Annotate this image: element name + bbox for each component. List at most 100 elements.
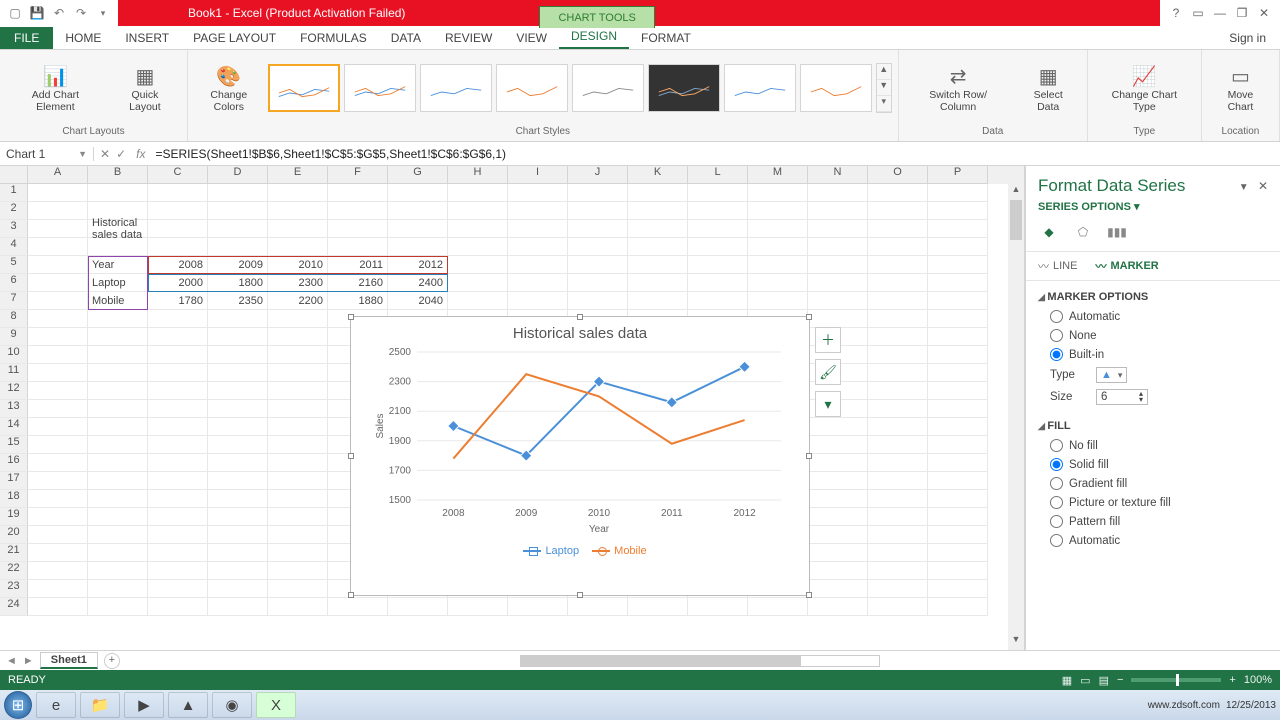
save-icon[interactable]: 💾 <box>28 4 46 22</box>
cell[interactable] <box>208 580 268 598</box>
cell[interactable] <box>928 472 988 490</box>
cell[interactable] <box>268 472 328 490</box>
effects-tab-icon[interactable]: ⬠ <box>1072 221 1094 243</box>
zoom-level[interactable]: 100% <box>1244 674 1272 686</box>
row-header[interactable]: 5 <box>0 256 28 274</box>
cell[interactable] <box>208 310 268 328</box>
cell[interactable] <box>208 526 268 544</box>
chart-filters-button[interactable]: ▾ <box>815 391 841 417</box>
cell[interactable] <box>448 292 508 310</box>
cell[interactable]: 2400 <box>388 274 448 292</box>
col-header[interactable]: D <box>208 166 268 184</box>
chart-style-8[interactable] <box>800 64 872 112</box>
fill-section[interactable]: FILL <box>1038 416 1268 436</box>
cell[interactable] <box>568 256 628 274</box>
cell[interactable] <box>268 202 328 220</box>
col-header[interactable]: M <box>748 166 808 184</box>
sheet-nav-prev[interactable]: ◄ <box>6 655 17 667</box>
cell[interactable] <box>508 220 568 238</box>
cell[interactable] <box>808 256 868 274</box>
cell[interactable] <box>268 400 328 418</box>
cell[interactable] <box>748 220 808 238</box>
cell[interactable] <box>508 256 568 274</box>
pane-menu-icon[interactable]: ▼ <box>1239 182 1249 193</box>
cell[interactable] <box>328 598 388 616</box>
cell[interactable] <box>148 238 208 256</box>
cell[interactable] <box>268 346 328 364</box>
zoom-out-icon[interactable]: − <box>1117 674 1123 686</box>
cell[interactable] <box>208 364 268 382</box>
cell[interactable]: 2000 <box>148 274 208 292</box>
cell[interactable] <box>928 256 988 274</box>
cell[interactable] <box>628 292 688 310</box>
add-sheet-button[interactable]: + <box>104 653 120 669</box>
chart-title[interactable]: Historical sales data <box>351 317 809 346</box>
cell[interactable] <box>28 436 88 454</box>
cell[interactable] <box>868 508 928 526</box>
cell[interactable] <box>148 472 208 490</box>
cell[interactable] <box>868 454 928 472</box>
cell[interactable] <box>448 274 508 292</box>
cell[interactable] <box>628 184 688 202</box>
cell[interactable] <box>88 562 148 580</box>
cell[interactable]: 1800 <box>208 274 268 292</box>
cell[interactable] <box>748 292 808 310</box>
cell[interactable] <box>268 328 328 346</box>
cell[interactable]: Mobile <box>88 292 148 310</box>
cell[interactable] <box>268 238 328 256</box>
chart-styles-button[interactable]: 🖌 <box>815 359 841 385</box>
col-header[interactable]: N <box>808 166 868 184</box>
cell[interactable] <box>748 202 808 220</box>
cell[interactable] <box>268 382 328 400</box>
cell[interactable] <box>268 454 328 472</box>
cell[interactable] <box>148 418 208 436</box>
redo-icon[interactable]: ↷ <box>72 4 90 22</box>
cell[interactable] <box>748 238 808 256</box>
gallery-scroll[interactable]: ▲▼▾ <box>876 63 892 113</box>
cell[interactable] <box>208 400 268 418</box>
row-header[interactable]: 2 <box>0 202 28 220</box>
cell[interactable] <box>928 310 988 328</box>
cell[interactable] <box>88 490 148 508</box>
cell[interactable] <box>328 238 388 256</box>
move-chart-button[interactable]: ▭Move Chart <box>1208 60 1273 115</box>
maximize-icon[interactable]: ❐ <box>1232 6 1252 20</box>
cell[interactable] <box>448 256 508 274</box>
cell[interactable] <box>208 328 268 346</box>
cell[interactable] <box>808 562 868 580</box>
col-header[interactable]: G <box>388 166 448 184</box>
marker-options-section[interactable]: MARKER OPTIONS <box>1038 287 1268 307</box>
cell[interactable] <box>928 400 988 418</box>
cell[interactable] <box>88 598 148 616</box>
minimize-icon[interactable]: — <box>1210 6 1230 20</box>
cell[interactable] <box>508 274 568 292</box>
cell[interactable] <box>868 418 928 436</box>
cell[interactable] <box>28 256 88 274</box>
series-options-dropdown[interactable]: SERIES OPTIONS ▾ <box>1026 200 1280 219</box>
cell[interactable] <box>388 238 448 256</box>
cell[interactable] <box>88 346 148 364</box>
cell[interactable] <box>688 598 748 616</box>
cell[interactable] <box>688 256 748 274</box>
enter-formula-icon[interactable]: ✓ <box>116 147 126 161</box>
cell[interactable] <box>748 256 808 274</box>
cell[interactable] <box>508 238 568 256</box>
cell[interactable] <box>148 598 208 616</box>
taskbar-excel[interactable]: X <box>256 692 296 718</box>
cell[interactable] <box>148 184 208 202</box>
tab-design[interactable]: DESIGN <box>559 25 629 49</box>
chart-style-3[interactable] <box>420 64 492 112</box>
quick-layout-button[interactable]: ▦ Quick Layout <box>109 60 181 115</box>
tab-view[interactable]: VIEW <box>504 27 559 49</box>
cell[interactable] <box>208 472 268 490</box>
row-header[interactable]: 8 <box>0 310 28 328</box>
row-header[interactable]: 15 <box>0 436 28 454</box>
cell[interactable] <box>868 490 928 508</box>
cell[interactable] <box>928 454 988 472</box>
embedded-chart[interactable]: Historical sales data 150017001900210023… <box>350 316 810 596</box>
horizontal-scrollbar[interactable] <box>126 655 1274 667</box>
marker-builtin-radio[interactable] <box>1050 348 1063 361</box>
cell[interactable] <box>568 292 628 310</box>
ribbon-display-icon[interactable]: ▭ <box>1188 6 1208 20</box>
cell[interactable] <box>928 202 988 220</box>
